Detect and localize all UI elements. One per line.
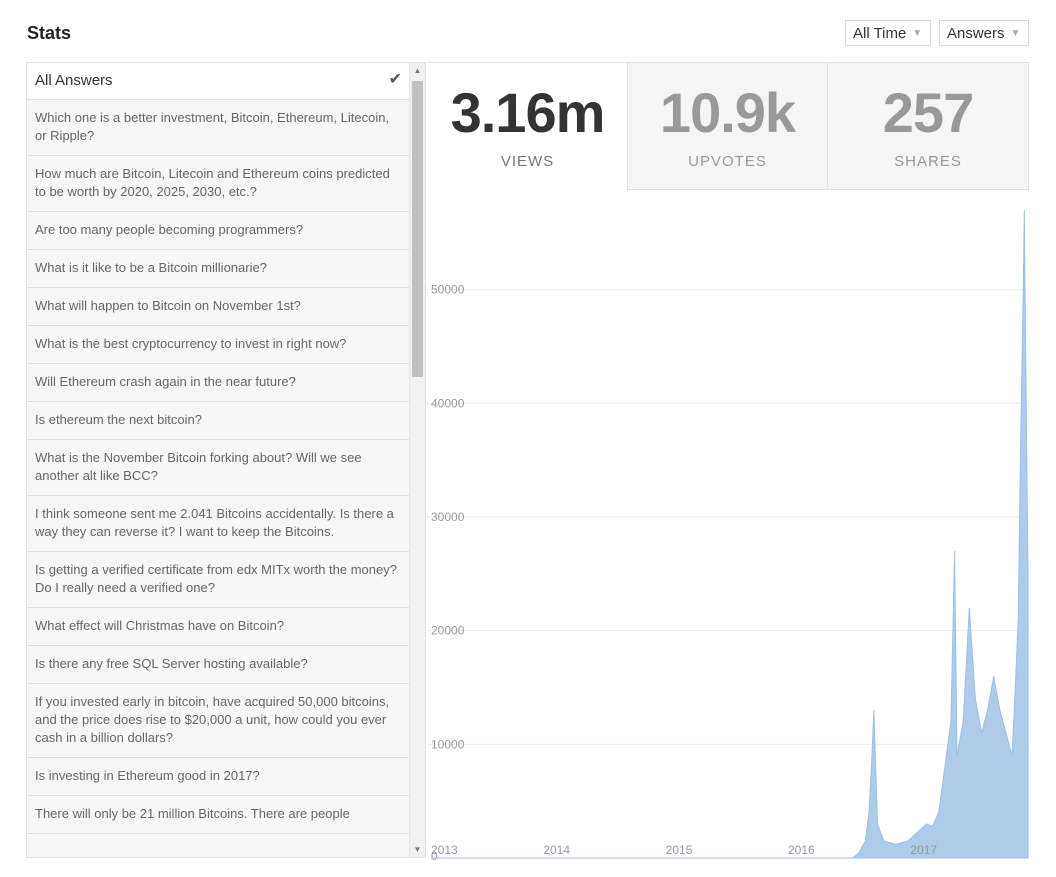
- stat-shares-value: 257: [882, 81, 974, 144]
- list-item[interactable]: Is getting a verified certificate from e…: [27, 552, 410, 608]
- list-item[interactable]: What is the November Bitcoin forking abo…: [27, 440, 410, 496]
- arrow-up-icon[interactable]: ▲: [410, 66, 425, 75]
- stat-views-value: 3.16m: [450, 81, 606, 144]
- content-type-dropdown[interactable]: Answers ▼: [939, 20, 1029, 46]
- x-tick-label: 2013: [431, 843, 458, 857]
- time-range-dropdown[interactable]: All Time ▼: [845, 20, 931, 46]
- y-tick-label: 10000: [431, 737, 465, 751]
- list-scrollbar[interactable]: ▲ ▼: [409, 63, 425, 857]
- answers-list-items: All Answers ✔ Which one is a better inve…: [27, 63, 410, 834]
- arrow-down-icon[interactable]: ▼: [410, 845, 425, 854]
- x-tick-label: 2014: [543, 843, 570, 857]
- x-tick-label: 2015: [666, 843, 693, 857]
- caret-down-icon: ▼: [912, 27, 923, 39]
- time-range-value: All Time: [853, 24, 907, 42]
- list-item-label: All Answers: [35, 72, 113, 89]
- page-title: Stats: [27, 23, 72, 43]
- stat-upvotes-value: 10.9k: [659, 81, 796, 144]
- x-tick-label: 2017: [910, 843, 937, 857]
- list-item[interactable]: Are too many people becoming programmers…: [27, 212, 410, 250]
- list-item[interactable]: What will happen to Bitcoin on November …: [27, 288, 410, 326]
- y-tick-label: 30000: [431, 510, 465, 524]
- x-tick-label: 2016: [788, 843, 815, 857]
- y-tick-label: 50000: [431, 283, 465, 297]
- stat-shares-label: SHARES: [894, 153, 962, 170]
- list-item[interactable]: What is the best cryptocurrency to inves…: [27, 326, 410, 364]
- stat-views-label: VIEWS: [500, 153, 555, 170]
- check-icon: ✔: [388, 71, 402, 88]
- y-tick-label: 40000: [431, 396, 465, 410]
- y-tick-label: 20000: [431, 624, 465, 638]
- list-item[interactable]: How much are Bitcoin, Litecoin and Ether…: [27, 156, 410, 212]
- stat-views[interactable]: 3.16m VIEWS: [427, 62, 628, 190]
- stat-upvotes-label: UPVOTES: [688, 153, 767, 170]
- views-area: [431, 209, 1029, 859]
- stat-shares[interactable]: 257 SHARES: [827, 62, 1029, 190]
- list-item[interactable]: Which one is a better investment, Bitcoi…: [27, 100, 410, 156]
- list-item[interactable]: There will only be 21 million Bitcoins. …: [27, 796, 410, 834]
- views-chart: 010000200003000040000500002013 2014 2015 20…: [427, 209, 1029, 860]
- list-item[interactable]: Is investing in Ethereum good in 2017?: [27, 758, 410, 796]
- stat-upvotes[interactable]: 10.9k UPVOTES: [627, 62, 828, 190]
- list-item-all-answers[interactable]: All Answers ✔: [27, 63, 410, 100]
- list-item[interactable]: Is ethereum the next bitcoin?: [27, 402, 410, 440]
- list-item[interactable]: Will Ethereum crash again in the near fu…: [27, 364, 410, 402]
- list-item[interactable]: If you invested early in bitcoin, have a…: [27, 684, 410, 758]
- answers-list: All Answers ✔ Which one is a better inve…: [26, 62, 426, 858]
- content-type-value: Answers: [947, 24, 1005, 42]
- list-item[interactable]: What effect will Christmas have on Bitco…: [27, 608, 410, 646]
- scrollbar-thumb[interactable]: [412, 81, 423, 377]
- list-item[interactable]: Is there any free SQL Server hosting ava…: [27, 646, 410, 684]
- list-item[interactable]: I think someone sent me 2.041 Bitcoins a…: [27, 496, 410, 552]
- caret-down-icon: ▼: [1010, 27, 1021, 39]
- list-item[interactable]: What is it like to be a Bitcoin milliona…: [27, 250, 410, 288]
